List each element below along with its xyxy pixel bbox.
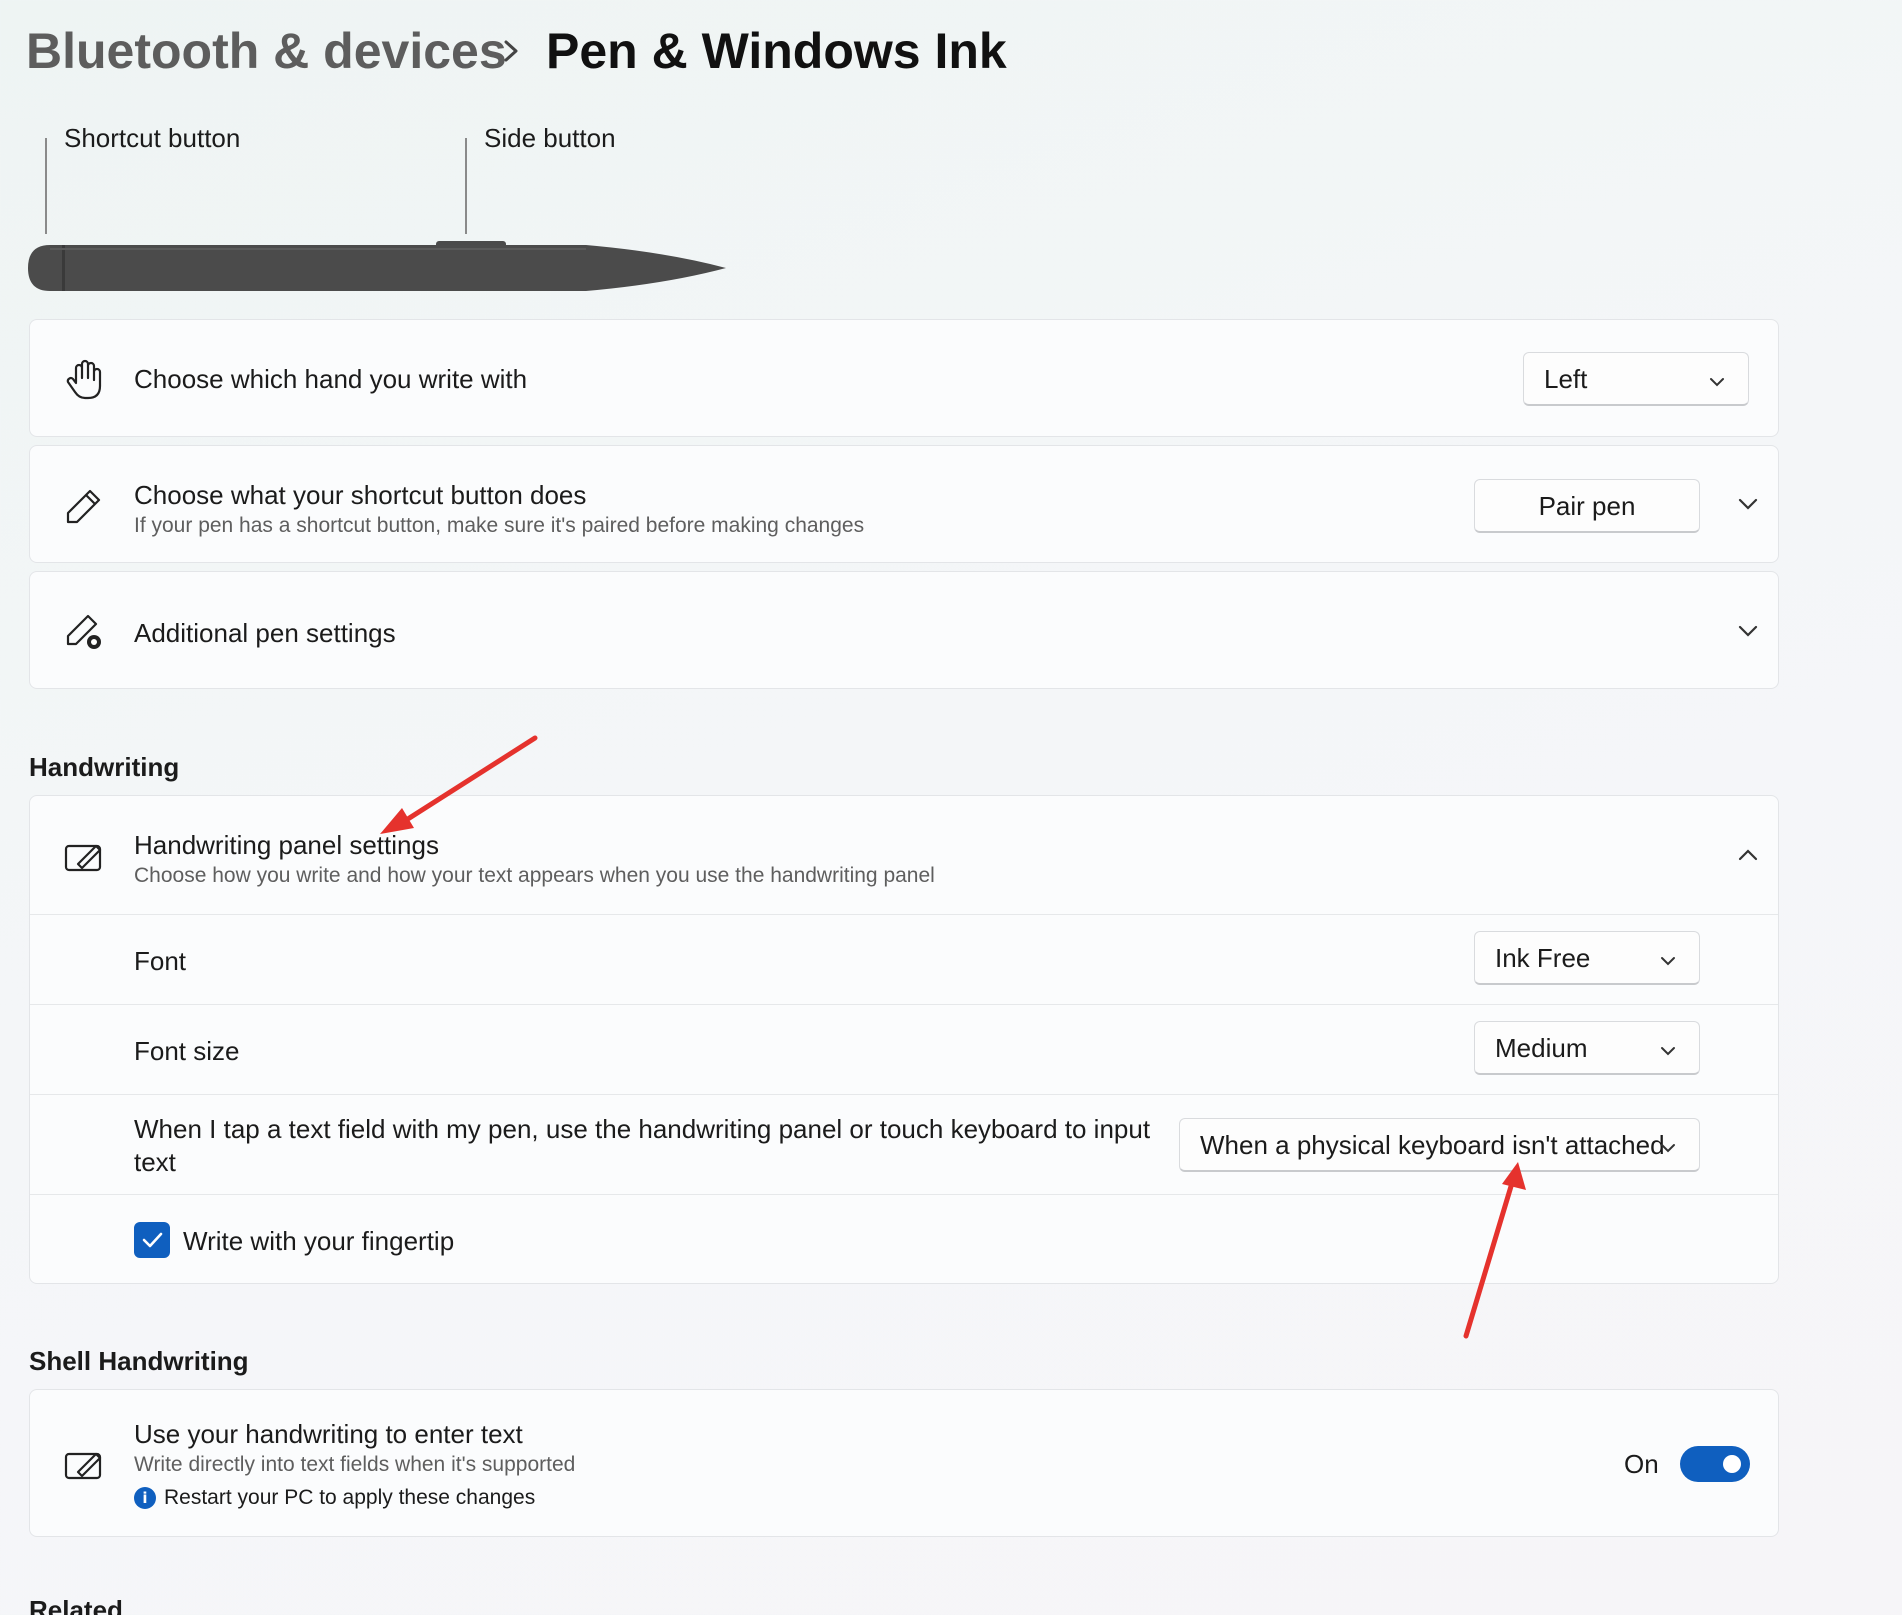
handwriting-panel-title: Handwriting panel settings — [134, 830, 439, 860]
handwriting-panel-description: Choose how you write and how your text a… — [134, 864, 935, 887]
shortcut-button-label: Shortcut button — [64, 123, 241, 153]
font-size-dropdown[interactable]: Medium — [1474, 1021, 1700, 1075]
hand-icon — [62, 358, 106, 402]
chevron-down-icon[interactable] — [1735, 491, 1761, 517]
font-dropdown-value: Ink Free — [1495, 943, 1591, 973]
chevron-down-icon[interactable] — [1735, 618, 1761, 644]
breadcrumb-parent[interactable]: Bluetooth & devices — [26, 22, 507, 80]
checkmark-icon — [142, 1232, 163, 1248]
shell-handwriting-heading: Shell Handwriting — [29, 1346, 249, 1376]
tap-text-field-row: When I tap a text field with my pen, use… — [30, 1094, 1778, 1194]
shell-handwriting-title: Use your handwriting to enter text — [134, 1419, 523, 1449]
shortcut-setting-title: Choose what your shortcut button does — [134, 480, 587, 510]
shortcut-setting-card[interactable]: Choose what your shortcut button does If… — [29, 445, 1779, 563]
pair-pen-label: Pair pen — [1538, 491, 1636, 521]
chevron-down-icon — [1657, 1038, 1679, 1060]
chevron-down-icon — [1706, 369, 1728, 391]
handwriting-panel-icon — [62, 1442, 106, 1486]
handwriting-panel-card: Handwriting panel settings Choose how yo… — [29, 795, 1779, 1284]
shell-handwriting-card: Use your handwriting to enter text Write… — [29, 1389, 1779, 1537]
side-leader-line — [465, 138, 467, 234]
shortcut-leader-line — [45, 138, 47, 234]
pen-gear-icon — [62, 610, 106, 654]
input-method-dropdown-value: When a physical keyboard isn't attached — [1200, 1130, 1665, 1160]
pen-image — [28, 241, 726, 291]
shortcut-setting-description: If your pen has a shortcut button, make … — [134, 514, 865, 537]
info-icon: i — [134, 1487, 156, 1509]
chevron-down-icon — [1657, 1135, 1679, 1157]
hand-dropdown[interactable]: Left — [1523, 352, 1749, 406]
fingertip-row: Write with your fingertip — [30, 1194, 1778, 1284]
hand-setting-title: Choose which hand you write with — [134, 364, 528, 394]
hand-dropdown-value: Left — [1544, 364, 1588, 394]
tap-text-field-label-line2: text — [134, 1147, 176, 1177]
pair-pen-button[interactable]: Pair pen — [1474, 479, 1700, 533]
additional-pen-settings-card[interactable]: Additional pen settings — [29, 571, 1779, 689]
tap-text-field-label-line1: When I tap a text field with my pen, use… — [134, 1114, 1151, 1144]
handwriting-heading: Handwriting — [29, 752, 180, 782]
font-size-label: Font size — [134, 1036, 240, 1066]
fingertip-label[interactable]: Write with your fingertip — [183, 1226, 454, 1257]
shell-handwriting-toggle[interactable] — [1680, 1446, 1750, 1482]
font-row: Font Ink Free — [30, 914, 1778, 1004]
fingertip-checkbox[interactable] — [134, 1222, 170, 1258]
related-heading: Related — [29, 1595, 123, 1615]
font-size-dropdown-value: Medium — [1495, 1033, 1588, 1063]
input-method-dropdown[interactable]: When a physical keyboard isn't attached — [1179, 1118, 1700, 1172]
toggle-knob — [1723, 1455, 1741, 1473]
side-button-label: Side button — [484, 123, 616, 153]
hand-setting-card: Choose which hand you write with Left — [29, 319, 1779, 437]
shell-handwriting-description: Write directly into text fields when it'… — [134, 1453, 576, 1476]
font-size-row: Font size Medium — [30, 1004, 1778, 1094]
font-dropdown[interactable]: Ink Free — [1474, 931, 1700, 985]
restart-note: Restart your PC to apply these changes — [164, 1486, 536, 1509]
font-label: Font — [134, 946, 187, 976]
additional-pen-settings-title: Additional pen settings — [134, 618, 396, 648]
chevron-right-icon — [500, 36, 524, 66]
toggle-state-label: On — [1624, 1449, 1659, 1479]
chevron-down-icon — [1657, 948, 1679, 970]
chevron-up-icon[interactable] — [1735, 842, 1761, 868]
page-title: Pen & Windows Ink — [546, 23, 1007, 79]
pen-icon — [62, 484, 106, 528]
handwriting-panel-icon — [62, 834, 106, 878]
